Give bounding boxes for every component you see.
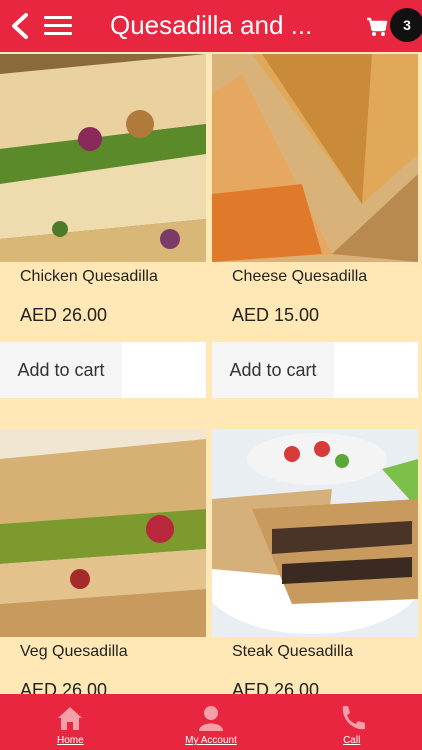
nav-call[interactable]: Call (281, 694, 422, 750)
product-image[interactable] (212, 429, 418, 637)
add-to-cart-button[interactable]: Add to cart (0, 342, 122, 398)
hamburger-icon-bar (44, 32, 72, 35)
hamburger-icon (44, 16, 72, 19)
product-card[interactable]: Cheese Quesadilla AED 15.00 Add to cart (212, 54, 418, 398)
product-name: Veg Quesadilla (20, 643, 128, 660)
cart-row: Add to cart (212, 342, 418, 398)
product-image[interactable] (212, 54, 418, 262)
nav-call-label: Call (343, 735, 361, 746)
menu-button[interactable] (44, 16, 72, 38)
product-image[interactable] (0, 54, 206, 262)
user-icon (199, 706, 223, 731)
nav-account-label: My Account (185, 735, 237, 746)
cart-count-badge: 3 (390, 8, 422, 42)
back-arrow-icon (12, 13, 28, 39)
product-name: Steak Quesadilla (232, 643, 353, 660)
product-price: AED 15.00 (232, 305, 320, 325)
nav-home[interactable]: Home (0, 694, 141, 750)
hamburger-icon-bar (44, 24, 72, 27)
cart-row: Add to cart (0, 342, 206, 398)
product-card[interactable]: Veg Quesadilla AED 26.00 (0, 429, 206, 717)
product-name: Chicken Quesadilla (20, 268, 158, 285)
page-title: Quesadilla and ... (110, 10, 313, 40)
add-to-cart-button[interactable]: Add to cart (212, 342, 334, 398)
bottom-nav: Home My Account Call (0, 694, 422, 750)
phone-icon (342, 706, 365, 730)
product-name: Cheese Quesadilla (232, 268, 368, 285)
home-icon (58, 707, 83, 730)
back-button[interactable] (8, 12, 32, 40)
product-card[interactable]: Steak Quesadilla AED 26.00 (212, 429, 418, 717)
nav-my-account[interactable]: My Account (141, 694, 282, 750)
product-card[interactable]: Chicken Quesadilla AED 26.00 Add to cart (0, 54, 206, 398)
product-price: AED 26.00 (20, 305, 108, 325)
nav-home-label: Home (56, 735, 84, 746)
product-image[interactable] (0, 429, 206, 637)
app-header: Quesadilla and ... 3 (0, 0, 422, 52)
cart-button[interactable] (366, 16, 388, 38)
cart-icon (367, 17, 388, 36)
